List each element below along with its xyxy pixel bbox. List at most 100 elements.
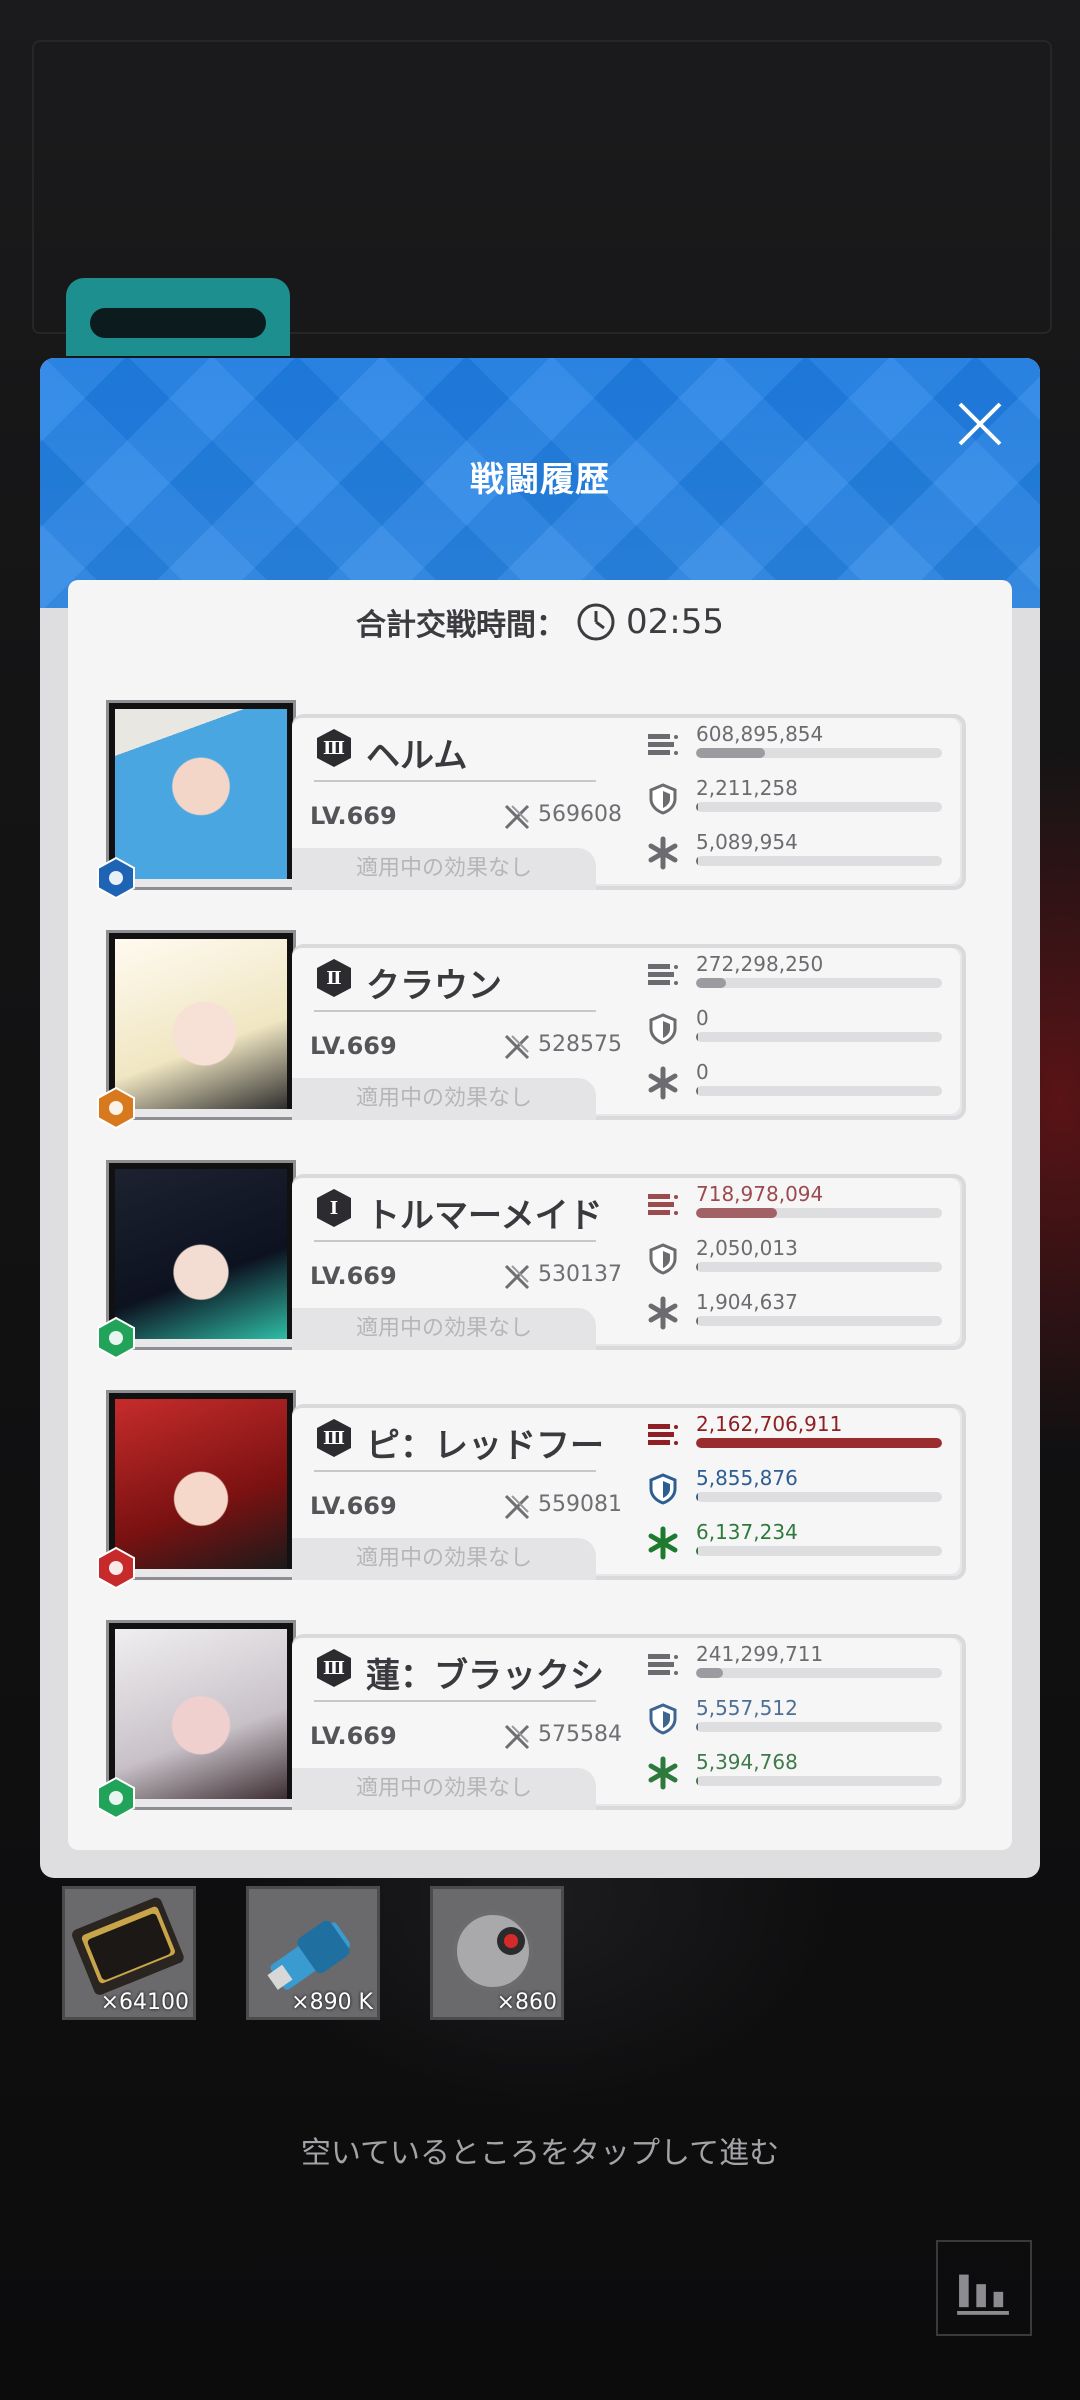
damage-bar-fill [696, 978, 726, 988]
character-name: クラウン [366, 966, 502, 1002]
character-card: Ⅰ トルマーメイド LV.669 530137 適用中の効果なし 718,978… [292, 1174, 966, 1350]
heal-bar [696, 856, 942, 866]
character-art [115, 1629, 287, 1801]
damage-bar-fill [696, 1668, 724, 1678]
combat-power-value: 528575 [538, 1032, 622, 1057]
heal-asterisk-icon [648, 836, 678, 870]
damage-bar [696, 1668, 942, 1678]
character-level: LV.669 [310, 1262, 397, 1290]
character-row[interactable]: Ⅲ ヘルム LV.669 569608 適用中の効果なし 608,895,854 [97, 700, 966, 900]
heal-bar-fill [696, 1546, 699, 1556]
heal-bar-fill [696, 1776, 699, 1786]
heal-asterisk-icon [648, 1756, 678, 1790]
total-time-label: 合計交戦時間： [356, 608, 566, 643]
tap-to-continue-hint[interactable]: 空いているところをタップして進む [0, 2128, 1080, 2172]
active-effect-label: 適用中の効果なし [292, 848, 596, 890]
total-battle-time: 合計交戦時間： 02:55 [68, 594, 1012, 650]
defense-bar [696, 1262, 942, 1272]
character-card: Ⅲ ピ：レッドフード LV.669 559081 適用中の効果なし 2,162,… [292, 1404, 966, 1580]
reward-count: ×860 [496, 1990, 557, 2015]
burst-level: Ⅱ [326, 967, 342, 989]
character-row[interactable]: Ⅲ 蓮：ブラックシャドウ LV.669 575584 適用中の効果なし 241,… [97, 1620, 966, 1820]
damage-bullets-icon [648, 1424, 678, 1445]
damage-bar [696, 1438, 942, 1448]
water-element-icon [97, 856, 135, 900]
active-effect-label: 適用中の効果なし [292, 1768, 596, 1810]
damage-bullets-icon [648, 1194, 678, 1215]
character-art [115, 1169, 287, 1341]
battle-history-modal: 戦闘履歴 合計交戦時間： 02:55 Ⅲ ヘルム LV.669 569608 適… [40, 358, 1040, 1878]
character-row[interactable]: Ⅰ トルマーメイド LV.669 530137 適用中の効果なし 718,978… [97, 1160, 966, 1360]
combat-power-icon [504, 804, 530, 830]
damage-bar-fill [696, 1208, 778, 1218]
character-name: トルマーメイド [366, 1196, 603, 1232]
character-card: Ⅲ 蓮：ブラックシャドウ LV.669 575584 適用中の効果なし 241,… [292, 1634, 966, 1810]
close-icon[interactable] [950, 394, 1010, 454]
fire-element-icon [97, 1546, 135, 1590]
wind-element-icon [97, 1776, 135, 1820]
character-name: ピ：レッドフード [366, 1426, 606, 1462]
character-art [115, 1399, 287, 1571]
defense-bar-fill [696, 1262, 699, 1272]
heal-bar [696, 1086, 942, 1096]
damage-bar [696, 1208, 942, 1218]
stats-chart-icon[interactable] [936, 2240, 1032, 2336]
burst-level: Ⅲ [323, 737, 345, 759]
character-row[interactable]: Ⅲ ピ：レッドフード LV.669 559081 適用中の効果なし 2,162,… [97, 1390, 966, 1590]
character-art [115, 709, 287, 881]
wind-element-icon [97, 1316, 135, 1360]
character-name: 蓮：ブラックシャドウ [366, 1656, 606, 1692]
active-effect-label: 適用中の効果なし [292, 1308, 596, 1350]
heal-bar [696, 1316, 942, 1326]
character-art [115, 939, 287, 1111]
defense-value: 2,050,013 [696, 1236, 798, 1260]
shield-icon [649, 1703, 677, 1735]
reward-item[interactable]: ×64100 [62, 1886, 196, 2020]
reward-item[interactable]: ×890 K [246, 1886, 380, 2020]
active-effect-label: 適用中の効果なし [292, 1538, 596, 1580]
burst-level: Ⅰ [329, 1197, 339, 1219]
defense-value: 5,557,512 [696, 1696, 798, 1720]
combat-power-value: 575584 [538, 1722, 622, 1747]
heal-value: 0 [696, 1060, 709, 1084]
character-card: Ⅱ クラウン LV.669 528575 適用中の効果なし 272,298,25… [292, 944, 966, 1120]
character-name: ヘルム [366, 736, 468, 772]
defense-value: 5,855,876 [696, 1466, 798, 1490]
reward-count: ×890 K [291, 1990, 373, 2015]
character-level: LV.669 [310, 802, 397, 830]
heal-asterisk-icon [648, 1296, 678, 1330]
character-level: LV.669 [310, 1492, 397, 1520]
heal-bar-fill [696, 1086, 699, 1096]
iron-element-icon [97, 1086, 135, 1130]
defense-bar [696, 1722, 942, 1732]
damage-bar [696, 978, 942, 988]
defense-bar-fill [696, 802, 699, 812]
shield-icon [649, 1243, 677, 1275]
reward-item[interactable]: ×860 [430, 1886, 564, 2020]
background-tab [66, 278, 290, 356]
burst-level: Ⅲ [323, 1657, 345, 1679]
heal-value: 5,394,768 [696, 1750, 798, 1774]
defense-bar-fill [696, 1722, 699, 1732]
damage-bullets-icon [648, 1654, 678, 1675]
damage-value: 718,978,094 [696, 1182, 824, 1206]
total-time-value: 02:55 [626, 602, 724, 642]
heal-value: 5,089,954 [696, 830, 798, 854]
burst-level: Ⅲ [323, 1427, 345, 1449]
defense-bar [696, 802, 942, 812]
combat-power-value: 569608 [538, 802, 622, 827]
character-row[interactable]: Ⅱ クラウン LV.669 528575 適用中の効果なし 272,298,25… [97, 930, 966, 1130]
damage-value: 241,299,711 [696, 1642, 824, 1666]
defense-bar-fill [696, 1032, 699, 1042]
character-level: LV.669 [310, 1032, 397, 1060]
heal-bar-fill [696, 856, 699, 866]
heal-bar [696, 1546, 942, 1556]
defense-bar [696, 1032, 942, 1042]
damage-value: 2,162,706,911 [696, 1412, 843, 1436]
damage-bullets-icon [648, 964, 678, 985]
combat-power-icon [504, 1724, 530, 1750]
defense-value: 2,211,258 [696, 776, 798, 800]
shield-icon [649, 783, 677, 815]
combat-power-icon [504, 1494, 530, 1520]
combat-power-value: 559081 [538, 1492, 622, 1517]
